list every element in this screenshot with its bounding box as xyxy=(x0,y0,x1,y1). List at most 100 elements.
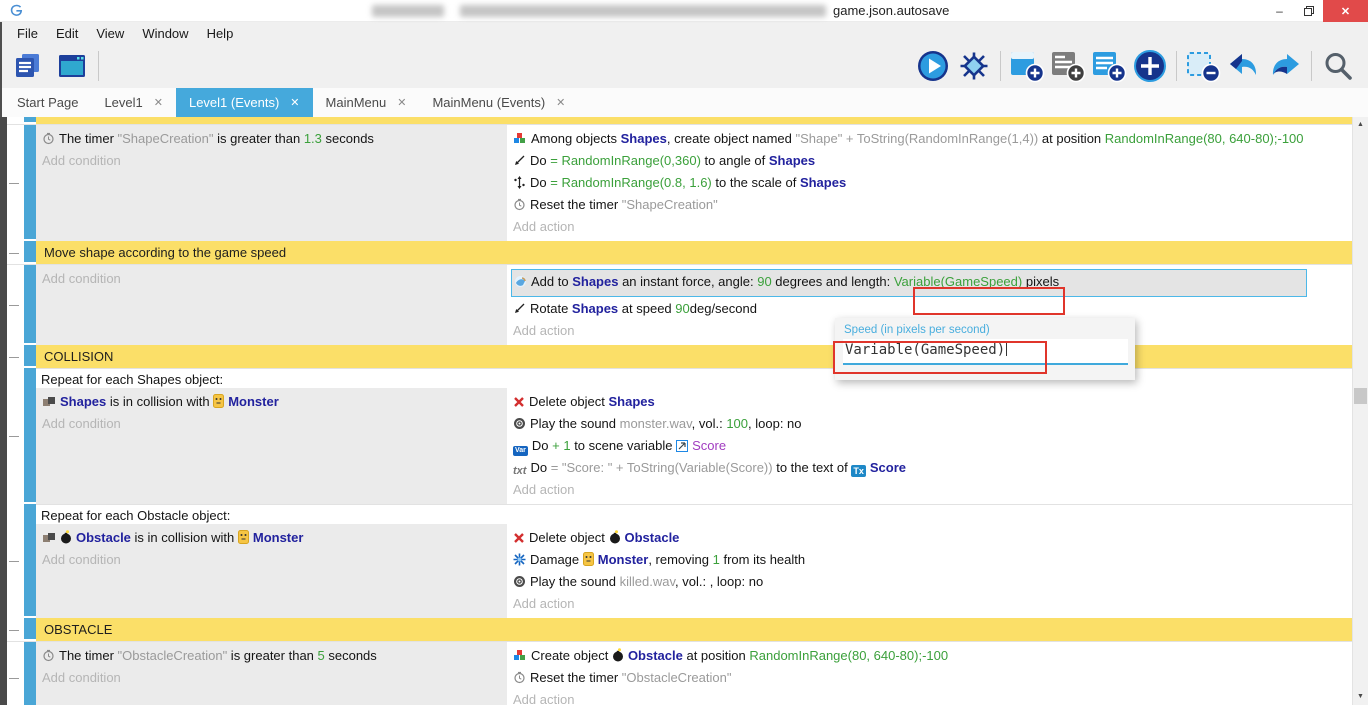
search-icon[interactable] xyxy=(1320,48,1356,84)
bomb-icon xyxy=(612,648,624,668)
timer-icon xyxy=(42,648,55,668)
debug-icon[interactable] xyxy=(956,48,992,84)
remove-event-icon[interactable] xyxy=(1185,48,1221,84)
add-action-button[interactable]: Add action xyxy=(513,594,1307,614)
comment-row[interactable]: Move shape according to the game speed xyxy=(7,241,1352,264)
close-button[interactable]: ✕ xyxy=(1323,0,1368,22)
restore-button[interactable] xyxy=(1294,0,1323,22)
event-gutter xyxy=(7,265,24,345)
monster-icon xyxy=(238,530,249,550)
event-gutter xyxy=(7,345,24,368)
action-line[interactable]: Delete object Obstacle xyxy=(513,528,1307,550)
event-row[interactable]: The timer "ShapeCreation" is greater tha… xyxy=(7,124,1352,241)
tab-close-icon[interactable]: ✕ xyxy=(397,96,406,109)
repeat-row[interactable]: Repeat for each Obstacle object:Obstacle… xyxy=(7,504,1352,618)
menu-help[interactable]: Help xyxy=(198,26,243,41)
condition-line[interactable]: The timer "ObstacleCreation" is greater … xyxy=(42,646,501,668)
tab-level1-events[interactable]: Level1 (Events)✕ xyxy=(176,88,313,117)
repeat-header[interactable]: Repeat for each Obstacle object: xyxy=(36,505,1352,524)
add-condition-button[interactable]: Add condition xyxy=(42,668,501,688)
add-comment-icon[interactable] xyxy=(1091,48,1127,84)
add-new-icon[interactable] xyxy=(1132,48,1168,84)
repeat-header[interactable]: Repeat for each Shapes object: xyxy=(36,369,1352,388)
action-line[interactable]: Reset the timer "ShapeCreation" xyxy=(513,195,1307,217)
txt-icon: txt xyxy=(513,460,526,480)
add-action-button[interactable]: Add action xyxy=(513,217,1307,237)
blurred-title-text xyxy=(460,5,826,17)
action-line[interactable]: Play the sound monster.wav, vol.: 100, l… xyxy=(513,414,1307,436)
add-subevent-icon[interactable] xyxy=(1050,48,1086,84)
toolbar-separator xyxy=(1311,51,1312,81)
event-selection-bar xyxy=(24,642,36,705)
scroll-down-button[interactable]: ▼ xyxy=(1353,689,1368,705)
repeat-row[interactable]: Repeat for each Shapes object: Shapes is … xyxy=(7,368,1352,504)
bomb-icon xyxy=(609,530,621,550)
project-manager-icon[interactable] xyxy=(10,48,46,84)
tab-start-page[interactable]: Start Page xyxy=(4,88,91,117)
action-line[interactable]: Reset the timer "ObstacleCreation" xyxy=(513,668,1307,690)
angle-icon xyxy=(513,153,526,173)
action-line[interactable]: Add to Shapes an instant force, angle: 9… xyxy=(511,269,1307,297)
action-line[interactable]: Among objects Shapes, create object name… xyxy=(513,129,1307,151)
action-line[interactable]: Damage Monster, removing 1 from its heal… xyxy=(513,550,1307,572)
add-condition-button[interactable]: Add condition xyxy=(42,414,501,434)
add-condition-button[interactable]: Add condition xyxy=(42,550,501,570)
collision-icon xyxy=(42,394,56,414)
menu-view[interactable]: View xyxy=(87,26,133,41)
comment-partial xyxy=(36,117,1352,124)
tab-label: Start Page xyxy=(17,95,78,110)
action-line[interactable]: txtDo = "Score: " + ToString(Variable(Sc… xyxy=(513,458,1307,480)
timer-icon xyxy=(513,197,526,217)
add-condition-button[interactable]: Add condition xyxy=(42,151,501,171)
scroll-up-button[interactable]: ▲ xyxy=(1353,117,1368,133)
actions-column: Among objects Shapes, create object name… xyxy=(507,125,1352,241)
action-line[interactable]: Create object Obstacle at position Rando… xyxy=(513,646,1307,668)
add-condition-button[interactable]: Add condition xyxy=(42,269,501,289)
add-action-button[interactable]: Add action xyxy=(513,690,1307,705)
action-line[interactable]: Do = RandomInRange(0,360) to angle of Sh… xyxy=(513,151,1307,173)
tab-close-icon[interactable]: ✕ xyxy=(154,96,163,109)
event-row[interactable]: The timer "ObstacleCreation" is greater … xyxy=(7,641,1352,705)
conditions-column: Obstacle is in collision with MonsterAdd… xyxy=(36,524,507,618)
scrollbar-thumb[interactable] xyxy=(1354,388,1367,404)
event-gutter xyxy=(7,241,24,264)
actions-column: Create object Obstacle at position Rando… xyxy=(507,642,1352,705)
rotate-icon xyxy=(513,301,526,321)
menu-window[interactable]: Window xyxy=(133,26,197,41)
minimize-button[interactable]: – xyxy=(1265,0,1294,22)
section-row[interactable]: COLLISION xyxy=(7,345,1352,368)
vertical-scrollbar[interactable]: ▲ ▼ xyxy=(1352,117,1368,705)
tab-mainmenu[interactable]: MainMenu✕ xyxy=(313,88,420,117)
event-row[interactable]: Add condition Add to Shapes an instant fo… xyxy=(7,264,1352,345)
action-line[interactable]: Play the sound killed.wav, vol.: , loop:… xyxy=(513,572,1307,594)
tab-mainmenu-events[interactable]: MainMenu (Events)✕ xyxy=(419,88,578,117)
action-line[interactable]: VarDo + 1 to scene variable Score xyxy=(513,436,1307,458)
action-line[interactable]: Do = RandomInRange(0.8, 1.6) to the scal… xyxy=(513,173,1307,195)
action-line[interactable]: Delete object Shapes xyxy=(513,392,1307,414)
conditions-column: The timer "ShapeCreation" is greater tha… xyxy=(36,125,507,241)
left-panel-edge xyxy=(0,117,7,705)
monster-icon xyxy=(583,552,594,572)
menu-bar: FileEditViewWindowHelp xyxy=(2,22,1368,44)
tab-close-icon[interactable]: ✕ xyxy=(556,96,565,109)
event-selection-bar xyxy=(24,265,36,343)
tab-level1[interactable]: Level1 ✕ xyxy=(91,88,176,117)
play-icon[interactable] xyxy=(915,48,951,84)
tab-close-icon[interactable]: ✕ xyxy=(290,96,299,109)
event-selection-bar xyxy=(24,125,36,239)
condition-line[interactable]: Obstacle is in collision with Monster xyxy=(42,528,501,550)
add-action-button[interactable]: Add action xyxy=(513,480,1307,500)
condition-line[interactable]: The timer "ShapeCreation" is greater tha… xyxy=(42,129,501,151)
title-bar: game.json.autosave – ✕ xyxy=(0,0,1368,22)
section-row[interactable]: OBSTACLE xyxy=(7,618,1352,641)
tab-label: Level1 xyxy=(104,95,142,110)
condition-line[interactable]: Shapes is in collision with Monster xyxy=(42,392,501,414)
redo-icon[interactable] xyxy=(1267,48,1303,84)
add-event-icon[interactable] xyxy=(1009,48,1045,84)
menu-file[interactable]: File xyxy=(8,26,47,41)
menu-edit[interactable]: Edit xyxy=(47,26,87,41)
undo-icon[interactable] xyxy=(1226,48,1262,84)
collision-icon xyxy=(42,530,56,550)
scene-editor-icon[interactable] xyxy=(54,48,90,84)
conditions-column: The timer "ObstacleCreation" is greater … xyxy=(36,642,507,705)
